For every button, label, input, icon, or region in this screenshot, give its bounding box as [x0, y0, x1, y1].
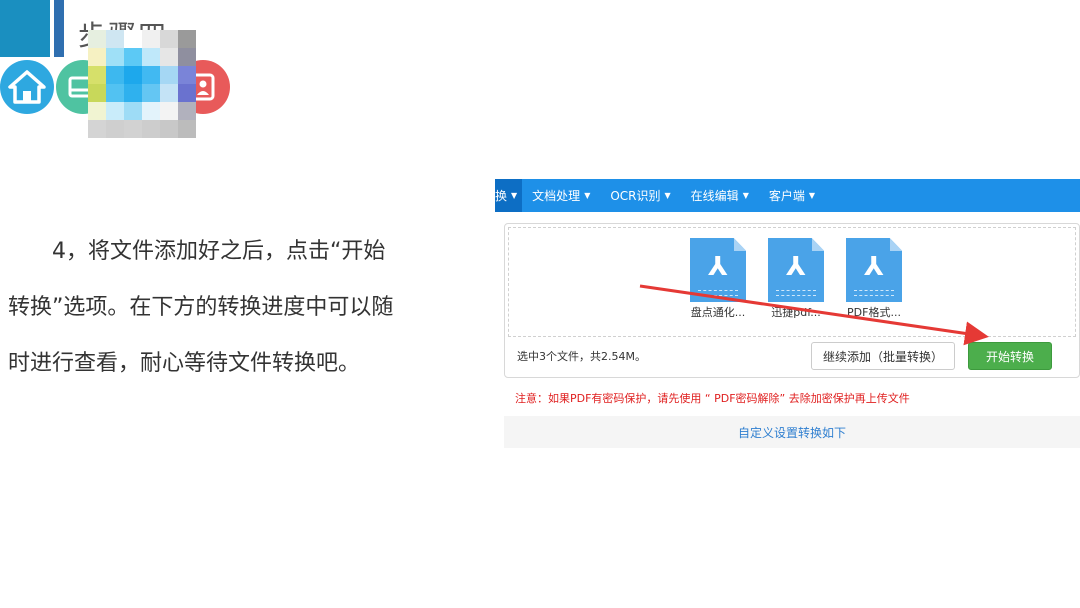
pixelated-mosaic [88, 30, 196, 138]
header-accent-stripe [54, 0, 64, 57]
converter-screenshot: 换 ▼ 文档处理 ▼ OCR识别 ▼ 在线编辑 ▼ 客户端 ▼ ⅄ 盘点通化... ⅄ 迅… [495, 176, 1080, 448]
red-arrow-icon [639, 284, 989, 346]
home-icon[interactable] [0, 60, 54, 114]
instruction-paragraph: 4，将文件添加好之后，点击“开始转换”选项。在下方的转换进度中可以随时进行查看，… [8, 239, 394, 376]
header-accent-bar [0, 0, 50, 57]
